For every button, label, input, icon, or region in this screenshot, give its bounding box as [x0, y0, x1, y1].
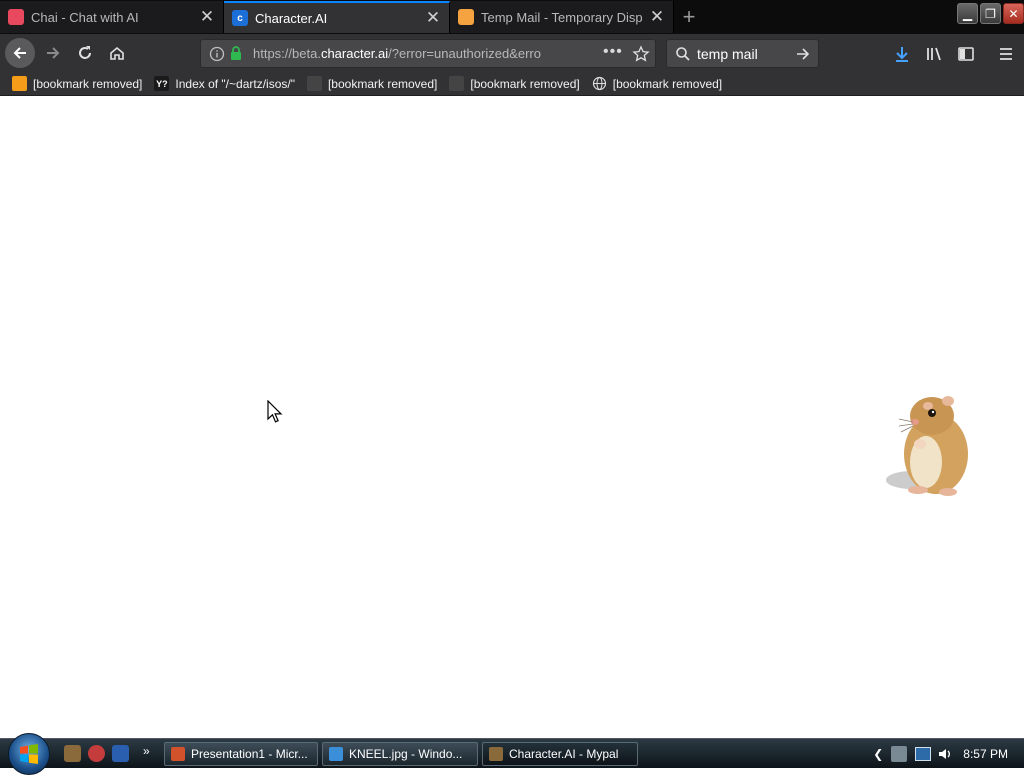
chai-logo-icon	[8, 9, 24, 25]
powerpoint-icon	[171, 747, 185, 761]
bookmark-item[interactable]: [bookmark removed]	[449, 76, 580, 91]
taskbar-item-label: Presentation1 - Micr...	[191, 747, 308, 761]
back-arrow-icon	[13, 47, 26, 59]
back-button[interactable]	[5, 38, 35, 68]
forward-button[interactable]	[38, 39, 68, 67]
minimize-button[interactable]: ▁	[957, 3, 978, 24]
new-tab-button[interactable]: +	[674, 0, 704, 34]
taskbar-item-label: KNEEL.jpg - Windo...	[349, 747, 463, 761]
restore-button[interactable]: ❐	[980, 3, 1001, 24]
photo-viewer-icon	[329, 747, 343, 761]
tab-title: Character.AI	[255, 10, 328, 26]
home-icon	[110, 46, 124, 60]
taskbar-item-label: Character.AI - Mypal	[509, 747, 619, 761]
search-input[interactable]: temp mail	[697, 46, 758, 62]
lock-icon[interactable]	[229, 45, 243, 62]
mypal-icon	[489, 747, 503, 761]
mypal-quicklaunch-icon[interactable]	[64, 745, 81, 762]
navigation-bar: https://beta.character.ai/?error=unautho…	[0, 34, 1024, 72]
browser-quicklaunch-icon[interactable]	[88, 745, 105, 762]
bookmark-label: Index of "/~dartz/isos/"	[175, 76, 295, 91]
bookmark-star-icon[interactable]	[632, 45, 650, 63]
reload-button[interactable]	[70, 39, 100, 67]
yp-icon: Y?	[154, 76, 170, 91]
character-ai-logo-icon: c	[232, 10, 248, 26]
close-window-button[interactable]: ✕	[1003, 3, 1024, 24]
bookmark-label: [bookmark removed]	[33, 76, 143, 91]
search-bar[interactable]: temp mail	[666, 39, 819, 68]
taskbar-item-presentation[interactable]: Presentation1 - Micr...	[164, 742, 318, 766]
bookmark-label: [bookmark removed]	[612, 76, 723, 91]
close-tab-icon[interactable]: ✕	[199, 7, 215, 27]
network-icon[interactable]	[915, 747, 932, 761]
bookmark-icon	[306, 76, 322, 91]
tab-character-ai[interactable]: c Character.AI ✕	[224, 1, 450, 33]
home-button[interactable]	[102, 39, 132, 67]
bookmark-label: [bookmark removed]	[470, 76, 580, 91]
bookmark-icon	[449, 76, 465, 91]
bookmarks-toolbar: [bookmark removed] Y? Index of "/~dartz/…	[0, 72, 1024, 96]
bookmark-item[interactable]: Y? Index of "/~dartz/isos/"	[154, 76, 295, 91]
search-icon	[676, 47, 690, 61]
info-icon[interactable]	[209, 46, 225, 62]
windows-logo-icon	[20, 744, 38, 764]
window-controls: ▁ ❐ ✕	[955, 3, 1024, 24]
start-button[interactable]	[8, 733, 50, 775]
mouse-pointer-icon	[267, 400, 283, 423]
tab-title: Chai - Chat with AI	[31, 9, 139, 25]
bookmark-item[interactable]: [bookmark removed]	[12, 76, 142, 91]
tab-chai[interactable]: Chai - Chat with AI ✕	[0, 1, 224, 33]
taskbar-item-mypal[interactable]: Character.AI - Mypal	[482, 742, 638, 766]
system-tray: ❮ 8:57 PM	[873, 739, 1024, 769]
close-tab-icon[interactable]: ✕	[649, 7, 665, 27]
envelope-icon	[458, 9, 474, 25]
hamburger-menu-icon[interactable]	[997, 45, 1015, 63]
taskbar: » Presentation1 - Micr... KNEEL.jpg - Wi…	[0, 733, 1024, 775]
url-text[interactable]: https://beta.character.ai/?error=unautho…	[253, 46, 565, 61]
desktop-quicklaunch-icon[interactable]	[112, 745, 129, 762]
globe-icon	[592, 76, 606, 91]
taskbar-item-photo-viewer[interactable]: KNEEL.jpg - Windo...	[322, 742, 478, 766]
chevron-more-icon[interactable]: »	[143, 744, 150, 758]
reload-icon	[79, 46, 91, 59]
volume-icon[interactable]	[937, 746, 953, 762]
sidebar-icon[interactable]	[957, 45, 975, 63]
tray-expand-icon[interactable]: ❮	[873, 747, 883, 761]
bookmark-item[interactable]: [bookmark removed]	[592, 76, 722, 91]
tab-title: Temp Mail - Temporary Dispo	[481, 9, 643, 25]
bookmark-item[interactable]: [bookmark removed]	[306, 76, 438, 91]
bookmark-label: [bookmark removed]	[327, 76, 438, 91]
go-arrow-icon[interactable]	[795, 46, 811, 62]
url-bar[interactable]: https://beta.character.ai/?error=unautho…	[200, 39, 656, 68]
page-actions-menu-icon[interactable]: •••	[603, 43, 623, 61]
tab-temp-mail[interactable]: Temp Mail - Temporary Dispo ✕	[450, 1, 674, 33]
close-tab-icon[interactable]: ✕	[425, 8, 441, 28]
download-icon[interactable]	[893, 45, 911, 63]
forward-arrow-icon	[47, 47, 60, 59]
bookmark-icon	[12, 76, 27, 91]
page-content	[0, 96, 1024, 738]
library-icon[interactable]	[925, 45, 943, 63]
tray-app-icon[interactable]	[891, 746, 908, 762]
tab-strip: Chai - Chat with AI ✕ c Character.AI ✕ T…	[0, 0, 1024, 34]
hamster-image	[886, 396, 968, 496]
clock[interactable]: 8:57 PM	[963, 747, 1008, 761]
